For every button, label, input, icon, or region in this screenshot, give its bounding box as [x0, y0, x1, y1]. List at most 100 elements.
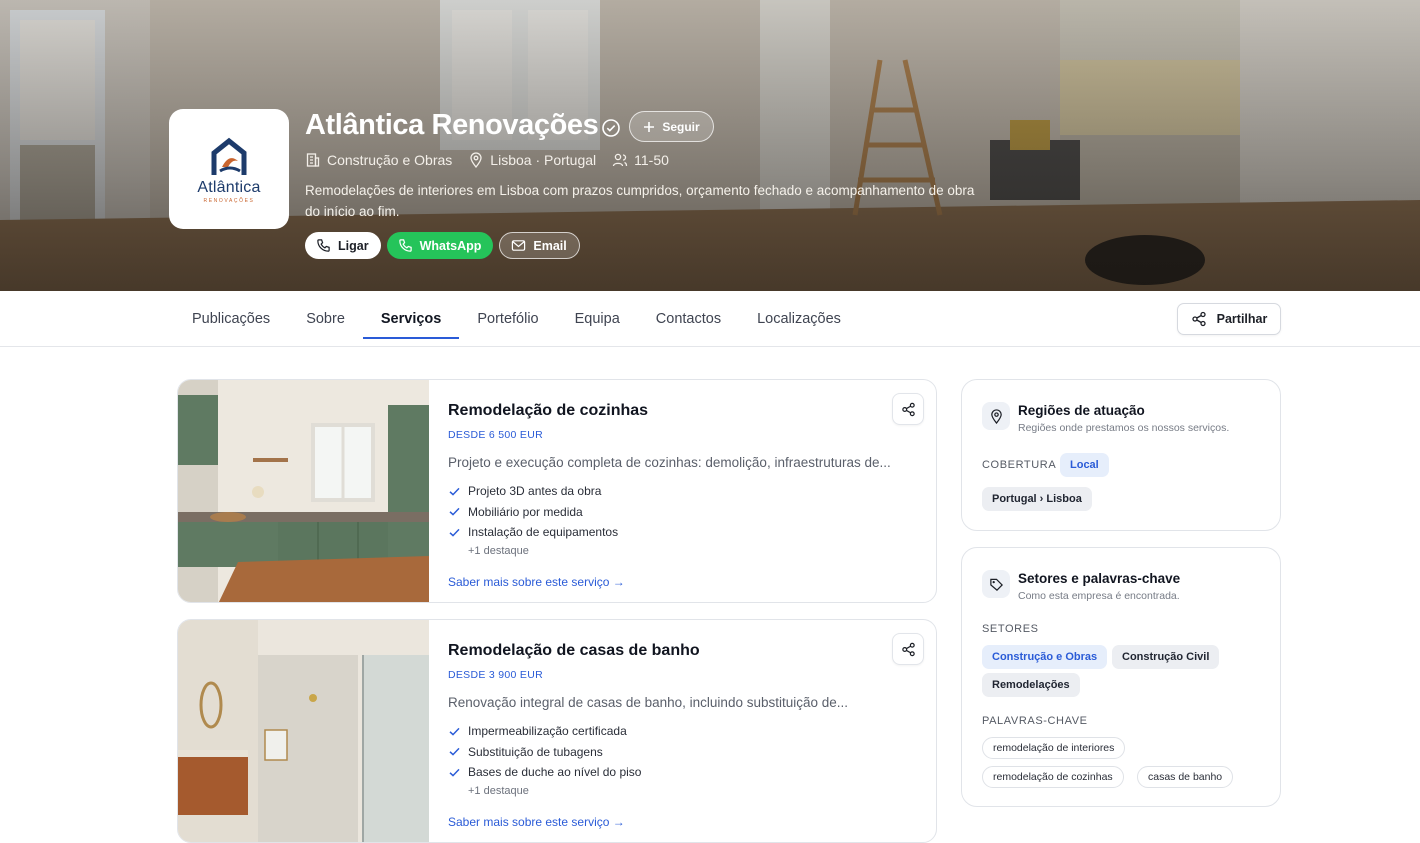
follow-label: Seguir	[662, 119, 700, 134]
share-icon	[1191, 311, 1206, 327]
profile-tabs: Publicações Sobre Serviços Portefólio Eq…	[174, 291, 859, 347]
tab-publicacoes[interactable]: Publicações	[174, 291, 288, 347]
sector-chip[interactable]: Construção e Obras	[982, 645, 1108, 669]
check-icon	[449, 727, 460, 736]
location-text: Lisboa · Portugal	[490, 152, 597, 168]
feature-item: Bases de duche ao nível do piso	[448, 762, 641, 783]
service-description: Projeto e execução completa de cozinhas:…	[448, 455, 891, 470]
feature-text: Instalação de equipamentos	[468, 525, 619, 540]
tab-equipa[interactable]: Equipa	[557, 291, 638, 347]
service-details-link[interactable]: Saber mais sobre este serviço →	[448, 815, 625, 829]
company-meta: Construção e Obras Lisboa · Portugal 11-…	[305, 152, 685, 168]
service-card: Remodelação de cozinhas DESDE 6 500 EUR …	[177, 379, 937, 603]
tag-icon	[989, 578, 1003, 591]
sectors-header: Setores e palavras-chave Como esta empre…	[982, 570, 1180, 602]
email-label: Email	[533, 238, 567, 253]
logo-mark-icon	[211, 137, 247, 175]
service-image-bathroom	[178, 620, 429, 842]
sectors-card: Setores e palavras-chave Como esta empre…	[961, 547, 1281, 807]
feature-item: Substituição de tubagens	[448, 742, 641, 763]
sector-chip[interactable]: Remodelações	[982, 673, 1080, 697]
service-features: Projeto 3D antes da obra Mobiliário por …	[448, 481, 618, 543]
contact-actions: Ligar WhatsApp Email	[305, 232, 580, 259]
tab-portefolio[interactable]: Portefólio	[459, 291, 556, 347]
email-button[interactable]: Email	[499, 232, 580, 259]
tab-sobre[interactable]: Sobre	[288, 291, 363, 347]
service-title: Remodelação de cozinhas	[448, 402, 649, 419]
check-icon	[449, 508, 460, 516]
location-pin-icon	[990, 408, 1002, 424]
share-label: Partilhar	[1216, 312, 1268, 326]
check-icon	[449, 748, 460, 756]
mail-icon	[512, 240, 526, 251]
regions-card: Regiões de atuação Regiões onde prestamo…	[961, 379, 1281, 531]
tab-contactos[interactable]: Contactos	[638, 291, 739, 347]
share-icon	[901, 402, 915, 416]
location-pin-icon	[470, 152, 482, 168]
company-logo: Atlântica RENOVAÇÕES	[169, 109, 289, 229]
more-highlights: +1 destaque	[468, 545, 529, 557]
plus-icon	[644, 121, 655, 132]
company-description: Remodelações de interiores em Lisboa com…	[305, 183, 975, 219]
service-details-link[interactable]: Saber mais sobre este serviço →	[448, 575, 625, 589]
regions-icon-box	[982, 402, 1010, 430]
keyword-chip[interactable]: casas de banho	[1137, 766, 1234, 788]
feature-text: Mobiliário por medida	[468, 504, 583, 519]
regions-header: Regiões de atuação Regiões onde prestamo…	[982, 402, 1229, 434]
verified-check-icon	[602, 119, 620, 137]
call-label: Ligar	[338, 238, 369, 253]
coverage-chip: Local	[1060, 453, 1109, 477]
service-price: DESDE 6 500 EUR	[448, 429, 543, 441]
sectors-subtitle: Como esta empresa é encontrada.	[1018, 590, 1180, 602]
sector-chip[interactable]: Construção Civil	[1112, 645, 1220, 669]
whatsapp-button[interactable]: WhatsApp	[386, 232, 494, 259]
feature-text: Substituição de tubagens	[468, 744, 603, 759]
share-icon	[901, 642, 915, 656]
feature-text: Projeto 3D antes da obra	[468, 484, 602, 499]
tab-servicos[interactable]: Serviços	[362, 291, 460, 347]
call-button[interactable]: Ligar	[305, 232, 381, 259]
region-chip: Portugal › Lisboa	[982, 487, 1092, 511]
sectors-label: SETORES	[982, 623, 1039, 635]
regions-subtitle: Regiões onde prestamos os nossos serviço…	[1018, 422, 1230, 434]
service-card: Remodelação de casas de banho DESDE 3 90…	[177, 619, 937, 843]
profile-tabbar: Publicações Sobre Serviços Portefólio Eq…	[0, 291, 1420, 347]
service-description: Renovação integral de casas de banho, in…	[448, 695, 849, 710]
feature-item: Instalação de equipamentos	[448, 522, 618, 543]
feature-text: Bases de duche ao nível do piso	[468, 765, 642, 780]
more-highlights: +1 destaque	[468, 785, 529, 797]
logo-wordmark: Atlântica	[197, 178, 261, 196]
service-share-button[interactable]	[892, 393, 924, 425]
meta-location: Lisboa · Portugal	[468, 152, 596, 168]
feature-item: Impermeabilização certificada	[448, 721, 641, 742]
share-profile-button[interactable]: Partilhar	[1177, 303, 1281, 335]
sectors-title: Setores e palavras-chave	[1018, 571, 1181, 586]
building-icon	[306, 153, 320, 167]
keywords-label: PALAVRAS-CHAVE	[982, 715, 1088, 727]
follow-button[interactable]: Seguir	[629, 111, 714, 142]
whatsapp-phone-icon	[398, 239, 412, 252]
keyword-chip[interactable]: remodelação de interiores	[982, 737, 1126, 759]
company-size-text: 11-50	[634, 152, 669, 168]
check-icon	[449, 528, 460, 537]
company-name: Atlântica Renovações	[305, 109, 599, 141]
regions-title: Regiões de atuação	[1018, 403, 1145, 418]
feature-item: Mobiliário por medida	[448, 502, 618, 523]
check-icon	[449, 487, 460, 496]
feature-item: Projeto 3D antes da obra	[448, 481, 618, 502]
people-icon	[612, 153, 628, 167]
service-title: Remodelação de casas de banho	[448, 642, 700, 659]
keyword-chip[interactable]: remodelação de cozinhas	[982, 766, 1124, 788]
check-icon	[449, 768, 460, 777]
phone-icon	[317, 239, 330, 252]
feature-text: Impermeabilização certificada	[468, 724, 627, 739]
logo-subtitle: RENOVAÇÕES	[203, 197, 255, 204]
service-image-kitchen	[178, 380, 429, 602]
hero-banner: Atlântica RENOVAÇÕES Atlântica Renovaçõe…	[0, 0, 1420, 291]
coverage-label: COBERTURA	[982, 459, 1057, 471]
tab-localizacoes[interactable]: Localizações	[739, 291, 859, 347]
service-share-button[interactable]	[892, 633, 924, 665]
whatsapp-label: WhatsApp	[419, 238, 482, 253]
service-features: Impermeabilização certificada Substituiç…	[448, 721, 641, 783]
meta-size: 11-50	[612, 152, 669, 168]
